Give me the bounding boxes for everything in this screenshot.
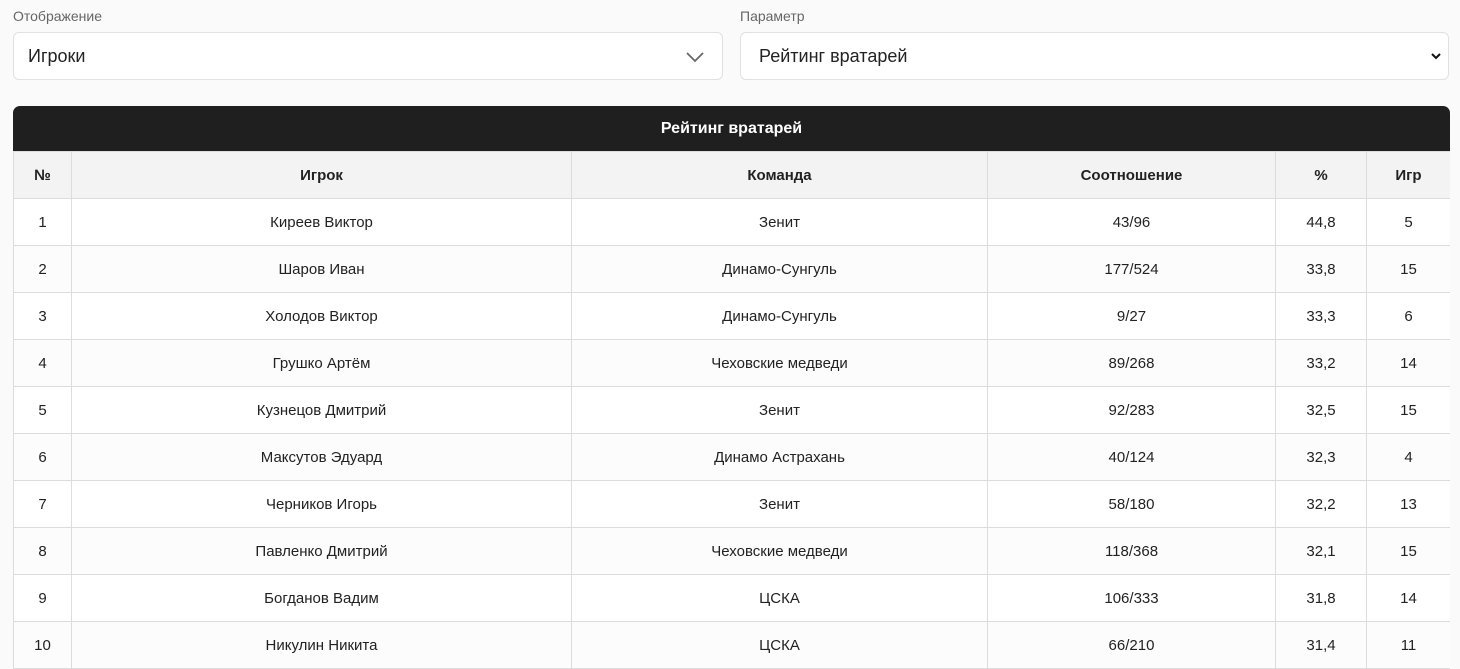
ratio: 92/283 [987,386,1276,434]
row-number: 6 [13,433,72,481]
player-name: Холодов Виктор [71,292,572,340]
ratio: 58/180 [987,480,1276,528]
row-number: 7 [13,480,72,528]
team-name: Динамо-Сунгуль [571,245,988,293]
percent: 33,3 [1275,292,1367,340]
row-number: 10 [13,621,72,669]
rating-table: № Игрок Команда Соотношение % Игр 1 Кирее… [13,151,1450,669]
row-number: 3 [13,292,72,340]
table-row: 9 Богданов Вадим ЦСКА 106/333 31,8 14 [13,574,1450,622]
display-select[interactable]: Игроки [13,32,723,80]
ratio: 9/27 [987,292,1276,340]
column-header-team[interactable]: Команда [571,151,988,199]
goalie-rating-table: Рейтинг вратарей № Игрок Команда Соотнош… [13,106,1450,669]
player-name: Шаров Иван [71,245,572,293]
table-row: 4 Грушко Артём Чеховские медведи 89/268 33,2… [13,339,1450,387]
chevron-down-icon [1431,53,1441,60]
table-row: 5 Кузнецов Дмитрий Зенит 92/283 32,5 15 [13,386,1450,434]
player-name: Никулин Никита [71,621,572,669]
percent: 32,3 [1275,433,1367,481]
column-header-number[interactable]: № [13,151,72,199]
player-name: Киреев Виктор [71,198,572,246]
ratio: 89/268 [987,339,1276,387]
table-row: 1 Киреев Виктор Зенит 43/96 44,8 5 [13,198,1450,246]
games-played: 6 [1366,292,1450,340]
column-header-games[interactable]: Игр [1366,151,1450,199]
table-header-row: № Игрок Команда Соотношение % Игр [13,151,1450,199]
games-played: 14 [1366,339,1450,387]
ratio: 106/333 [987,574,1276,622]
team-name: Зенит [571,386,988,434]
team-name: ЦСКА [571,621,988,669]
team-name: Зенит [571,198,988,246]
player-name: Грушко Артём [71,339,572,387]
ratio: 40/124 [987,433,1276,481]
team-name: ЦСКА [571,574,988,622]
games-played: 15 [1366,527,1450,575]
games-played: 11 [1366,621,1450,669]
games-played: 15 [1366,245,1450,293]
parameter-select-value: Рейтинг вратарей [759,45,908,66]
percent: 32,5 [1275,386,1367,434]
percent: 33,2 [1275,339,1367,387]
table-row: 8 Павленко Дмитрий Чеховские медведи 118/36… [13,527,1450,575]
team-name: Динамо Астрахань [571,433,988,481]
row-number: 8 [13,527,72,575]
games-played: 13 [1366,480,1450,528]
parameter-label: Параметр [740,8,805,24]
display-label: Отображение [13,8,103,24]
display-select-value: Игроки [28,45,86,66]
games-played: 14 [1366,574,1450,622]
row-number: 4 [13,339,72,387]
column-header-player[interactable]: Игрок [71,151,572,199]
team-name: Чеховские медведи [571,527,988,575]
player-name: Черников Игорь [71,480,572,528]
team-name: Чеховские медведи [571,339,988,387]
ratio: 177/524 [987,245,1276,293]
row-number: 5 [13,386,72,434]
team-name: Зенит [571,480,988,528]
percent: 31,8 [1275,574,1367,622]
ratio: 43/96 [987,198,1276,246]
team-name: Динамо-Сунгуль [571,292,988,340]
percent: 33,8 [1275,245,1367,293]
row-number: 2 [13,245,72,293]
table-row: 2 Шаров Иван Динамо-Сунгуль 177/524 33,8 15 [13,245,1450,293]
parameter-select[interactable]: Рейтинг вратарей [740,32,1449,80]
player-name: Павленко Дмитрий [71,527,572,575]
table-row: 3 Холодов Виктор Динамо-Сунгуль 9/27 33,3 6 [13,292,1450,340]
ratio: 118/368 [987,527,1276,575]
chevron-down-icon [686,52,704,63]
percent: 32,2 [1275,480,1367,528]
row-number: 1 [13,198,72,246]
ratio: 66/210 [987,621,1276,669]
player-name: Максутов Эдуард [71,433,572,481]
table-row: 6 Максутов Эдуард Динамо Астрахань 40/124 32… [13,433,1450,481]
table-row: 7 Черников Игорь Зенит 58/180 32,2 13 [13,480,1450,528]
row-number: 9 [13,574,72,622]
player-name: Богданов Вадим [71,574,572,622]
percent: 44,8 [1275,198,1367,246]
games-played: 5 [1366,198,1450,246]
games-played: 4 [1366,433,1450,481]
table-title: Рейтинг вратарей [13,106,1450,151]
column-header-ratio[interactable]: Соотношение [987,151,1276,199]
table-row: 10 Никулин Никита ЦСКА 66/210 31,4 11 [13,621,1450,669]
column-header-percent[interactable]: % [1275,151,1367,199]
games-played: 15 [1366,386,1450,434]
percent: 31,4 [1275,621,1367,669]
percent: 32,1 [1275,527,1367,575]
player-name: Кузнецов Дмитрий [71,386,572,434]
